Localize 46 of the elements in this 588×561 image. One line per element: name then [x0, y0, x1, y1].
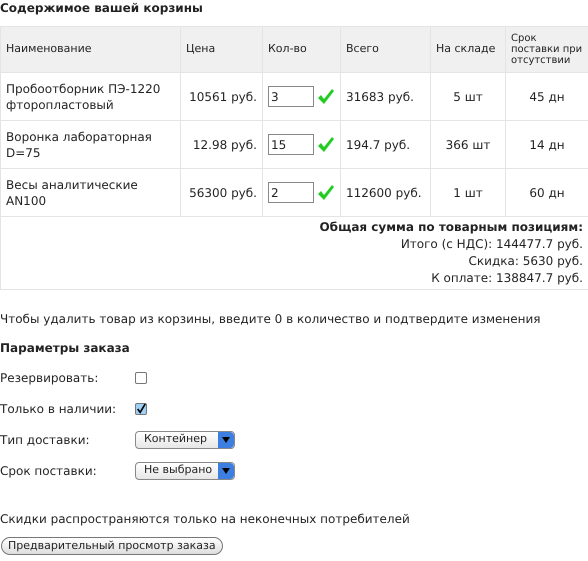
table-cell: 12.98 руб. [192, 138, 257, 152]
dropdown[interactable]: Контейнер [135, 430, 235, 448]
checkbox[interactable] [135, 402, 147, 414]
summary-line: К оплате: 138847.7 руб. [430, 270, 583, 287]
table-cell: 194.7 руб. [346, 138, 410, 152]
table-cell: 31683 руб. [346, 90, 414, 104]
table-cell: 60 дн [529, 186, 565, 200]
table-cell: 112600 руб. [346, 186, 422, 200]
column-header: Кол-во [268, 42, 307, 56]
section-title: Содержимое вашей корзины [0, 0, 204, 17]
field-label: Резервировать: [0, 370, 100, 386]
table-cell: 56300 руб. [189, 186, 257, 200]
field-label: Только в наличии: [0, 400, 118, 418]
summary-title: Общая сумма по товарным позициям: [318, 219, 583, 236]
table-cell: Весы аналитические AN100 [6, 178, 138, 208]
quantity-input[interactable]: 3 [268, 86, 314, 107]
table-cell: 10561 руб. [189, 90, 257, 104]
preview-button[interactable]: Предварительный просмотр заказа [1, 537, 223, 555]
checkmark-icon[interactable] [317, 184, 335, 202]
summary-line: Итого (с НДС): 144477.7 руб. [400, 236, 583, 253]
section-title: Параметры заказа [0, 340, 131, 357]
caret-icon [222, 436, 230, 442]
column-header: Наименование [6, 42, 92, 56]
table-cell: 5 шт [453, 90, 483, 104]
table-cell: Воронка лабораторная D=75 [6, 130, 152, 160]
note-text: Скидки распространяются только на неконечных потребителей [0, 511, 411, 528]
table-cell: 14 дн [529, 138, 565, 152]
field-label: Срок поставки: [0, 462, 98, 480]
checkbox[interactable] [135, 372, 147, 384]
column-header: Цена [186, 42, 216, 56]
table-cell: 366 шт [446, 138, 490, 152]
caret-icon [222, 468, 230, 474]
dropdown[interactable]: Не выбрано [135, 462, 235, 480]
checkmark-icon[interactable] [317, 88, 335, 106]
summary-line: Скидка: 5630 руб. [468, 253, 583, 270]
quantity-input[interactable]: 15 [268, 134, 314, 155]
quantity-input[interactable]: 2 [268, 182, 314, 203]
checkmark-icon[interactable] [317, 136, 335, 154]
column-header: На складе [436, 42, 496, 56]
table-cell: 1 шт [453, 186, 483, 200]
hint-text: Чтобы удалить товар из корзины, введите 0 в количество и подтвердите изменения [0, 311, 542, 328]
column-header: Срок поставки при отсутствии [511, 33, 582, 66]
table-cell: 45 дн [529, 90, 565, 104]
table-cell: Пробоотборник ПЭ-1220 фторопластовый [6, 82, 160, 112]
field-label: Тип доставки: [0, 432, 91, 448]
column-header: Всего [346, 42, 379, 56]
